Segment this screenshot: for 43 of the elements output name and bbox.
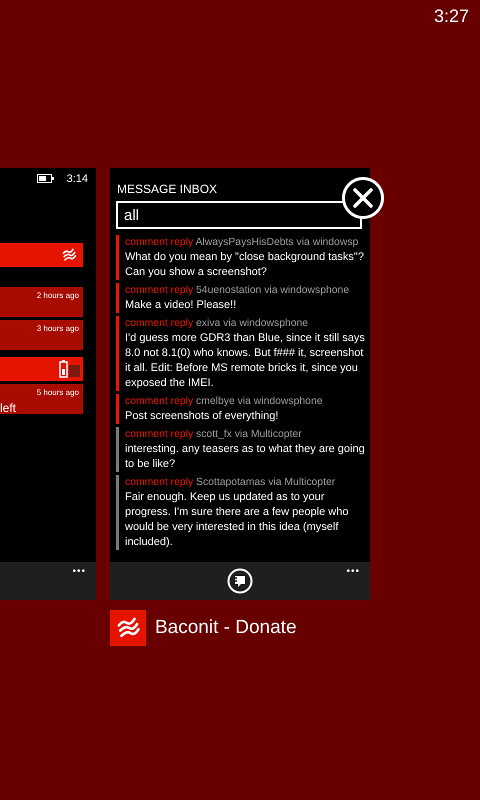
message-text: Make a video! Please!! bbox=[125, 298, 238, 313]
clock: 3:27 bbox=[434, 6, 469, 28]
message-type: comment reply bbox=[125, 477, 194, 488]
app-title: Baconit - Donate bbox=[155, 617, 297, 639]
app-preview-card[interactable] bbox=[110, 168, 370, 600]
message-text: What do you mean by "close background tasks"? Can you show a screenshot? bbox=[125, 250, 365, 280]
message-text: interesting. any teasers as to what they are going to be like? bbox=[125, 442, 366, 472]
message-author: 54uenostation via windowsphone bbox=[196, 285, 350, 296]
message-item[interactable]: comment reply Scottapotamas via Multicopter Fair enough. Keep us updated as to your progress. I'm sure there are a few people who would be very interested in this idea (myself included). bbox=[116, 475, 367, 550]
bacon-icon bbox=[61, 247, 77, 263]
message-type: comment reply bbox=[125, 396, 194, 407]
filter-field[interactable]: all bbox=[116, 201, 362, 229]
message-icon[interactable] bbox=[227, 568, 253, 594]
message-author: AlwaysPaysHisDebts via windowsp bbox=[195, 237, 358, 248]
message-item[interactable]: comment reply scott_fx via Multicopter interesting. any teasers as to what they are going to be like? bbox=[116, 427, 367, 472]
timestamp: 5 hours ago bbox=[36, 388, 79, 397]
more-button[interactable]: ••• bbox=[346, 562, 370, 578]
message-item[interactable]: comment reply 54uenostation via windowsphone Make a video! Please!! bbox=[116, 283, 367, 313]
battery-icon bbox=[36, 174, 55, 183]
message-author: Scottapotamas via Multicopter bbox=[196, 477, 336, 488]
close-button[interactable] bbox=[342, 177, 384, 219]
message-author: cmelbye via windowsphone bbox=[196, 396, 323, 407]
message-item[interactable]: comment reply cmelbye via windowsphone Post screenshots of everything! bbox=[116, 394, 367, 424]
message-type: comment reply bbox=[125, 429, 194, 440]
timestamp: 3 hours ago bbox=[36, 324, 79, 333]
message-text: I'd guess more GDR3 than Blue, since it still says 8.0 not 8.1(0) who knows. But f### it, screenshot it all. Edit: Before MS remote bricks it, since you exposed the IMEI. bbox=[125, 331, 366, 391]
message-text: Fair enough. Keep us updated as to your progress. I'm sure there are a few people who would be very interested in this idea (myself included). bbox=[125, 490, 350, 550]
app-preview-card[interactable]: 3:14 2 hours ago 3 hours ago 5 hours ago left ••• bbox=[0, 168, 96, 600]
message-item[interactable] bbox=[116, 316, 367, 391]
tile-text: left bbox=[0, 401, 16, 415]
message-author: scott_fx via Multicopter bbox=[196, 429, 302, 440]
message-type: comment reply bbox=[125, 318, 194, 329]
message-type: comment reply bbox=[125, 237, 194, 248]
timestamp: 2 hours ago bbox=[36, 291, 79, 300]
message-type: comment reply bbox=[125, 285, 194, 296]
battery-icon bbox=[59, 359, 81, 379]
close-icon bbox=[352, 187, 374, 209]
message-item[interactable]: comment reply AlwaysPaysHisDebts via windowsp What do you mean by "close background tasks"? Can you show a screenshot? bbox=[116, 235, 367, 280]
status-time: 3:14 bbox=[66, 172, 88, 184]
message-author: exiva via windowsphone bbox=[196, 318, 308, 329]
page-header: MESSAGE INBOX bbox=[116, 181, 218, 198]
message-text: Post screenshots of everything! bbox=[125, 409, 280, 424]
more-button[interactable]: ••• bbox=[72, 562, 96, 578]
